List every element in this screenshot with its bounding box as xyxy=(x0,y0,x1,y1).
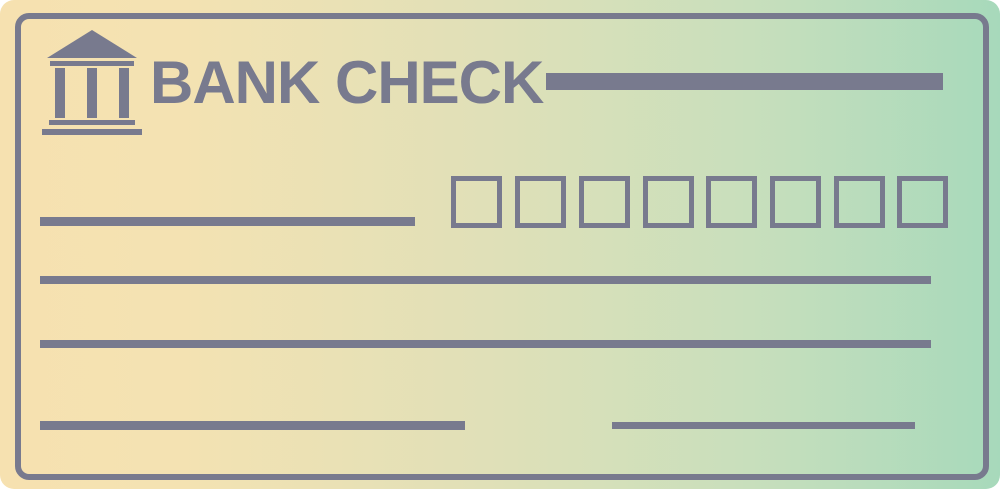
amount-digit-box[interactable] xyxy=(515,176,566,228)
amount-boxes xyxy=(451,176,948,228)
bank-building-icon xyxy=(42,30,142,135)
signature-line[interactable] xyxy=(612,422,915,429)
amount-digit-box[interactable] xyxy=(706,176,757,228)
amount-digit-box[interactable] xyxy=(643,176,694,228)
date-line[interactable] xyxy=(40,217,415,226)
memo-line[interactable] xyxy=(40,421,465,430)
header-bar xyxy=(546,73,943,90)
amount-digit-box[interactable] xyxy=(834,176,885,228)
check-title: BANK CHECK xyxy=(150,49,544,116)
amount-digit-box[interactable] xyxy=(451,176,502,228)
amount-digit-box[interactable] xyxy=(579,176,630,228)
amount-digit-box[interactable] xyxy=(897,176,948,228)
amount-digit-box[interactable] xyxy=(770,176,821,228)
bank-check: BANK CHECK xyxy=(0,0,1000,489)
payee-line[interactable] xyxy=(40,276,931,284)
amount-in-words-line[interactable] xyxy=(40,340,931,348)
